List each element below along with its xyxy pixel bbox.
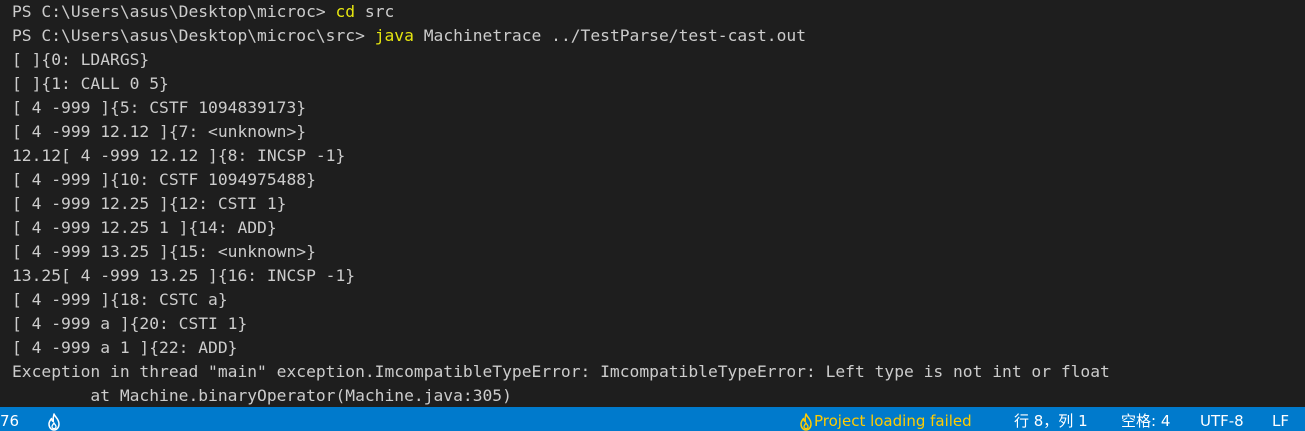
prompt-text: PS C:\Users\asus\Desktop\microc> [12,2,336,21]
flame-icon[interactable] [46,407,62,431]
terminal-panel[interactable]: PS C:\Users\asus\Desktop\microc> cd src … [0,0,1305,407]
output-line: [ 4 -999 ]{18: CSTC a} [12,290,228,309]
project-status-text: Project loading failed [814,412,972,430]
output-line: 12.12[ 4 -999 12.12 ]{8: INCSP -1} [12,146,346,165]
indentation-setting[interactable]: 空格: 4 [1121,407,1170,431]
output-line: [ 4 -999 a ]{20: CSTI 1} [12,314,248,333]
output-line: [ 4 -999 a 1 ]{22: ADD} [12,338,238,357]
prompt-text: PS C:\Users\asus\Desktop\microc\src> [12,26,375,45]
output-line: 13.25[ 4 -999 13.25 ]{16: INCSP -1} [12,266,356,285]
encoding-setting[interactable]: UTF-8 [1200,407,1244,431]
output-line: [ 4 -999 12.12 ]{7: <unknown>} [12,122,307,141]
project-status-item[interactable]: Project loading failed [798,407,972,431]
output-line: [ ]{1: CALL 0 5} [12,74,169,93]
output-line: [ 4 -999 12.25 ]{12: CSTI 1} [12,194,287,213]
status-number[interactable]: 76 [0,407,19,431]
cursor-position[interactable]: 行 8，列 1 [1014,407,1088,431]
command-args: src [355,2,395,21]
flame-icon [800,412,812,431]
command-text: cd [335,2,356,21]
output-line: [ 4 -999 ]{5: CSTF 1094839173} [12,98,307,117]
output-line: [ 4 -999 13.25 ]{15: <unknown>} [12,242,316,261]
eol-setting[interactable]: LF [1272,407,1289,431]
output-line: [ 4 -999 12.25 1 ]{14: ADD} [12,218,277,237]
terminal-line: PS C:\Users\asus\Desktop\microc> cd src [12,0,1305,24]
terminal-line: PS C:\Users\asus\Desktop\microc\src> jav… [12,24,1305,48]
status-bar: 76 Project loading failed 行 8，列 1 空格: 4 … [0,407,1305,431]
command-text: java [374,26,414,45]
output-line: [ ]{0: LDARGS} [12,50,150,69]
command-args: Machinetrace ../TestParse/test-cast.out [413,26,806,45]
stacktrace-line: at Machine.binaryOperator(Machine.java:3… [12,386,512,405]
exception-line: Exception in thread "main" exception.Imc… [12,362,1110,381]
output-line: [ 4 -999 ]{10: CSTF 1094975488} [12,170,316,189]
